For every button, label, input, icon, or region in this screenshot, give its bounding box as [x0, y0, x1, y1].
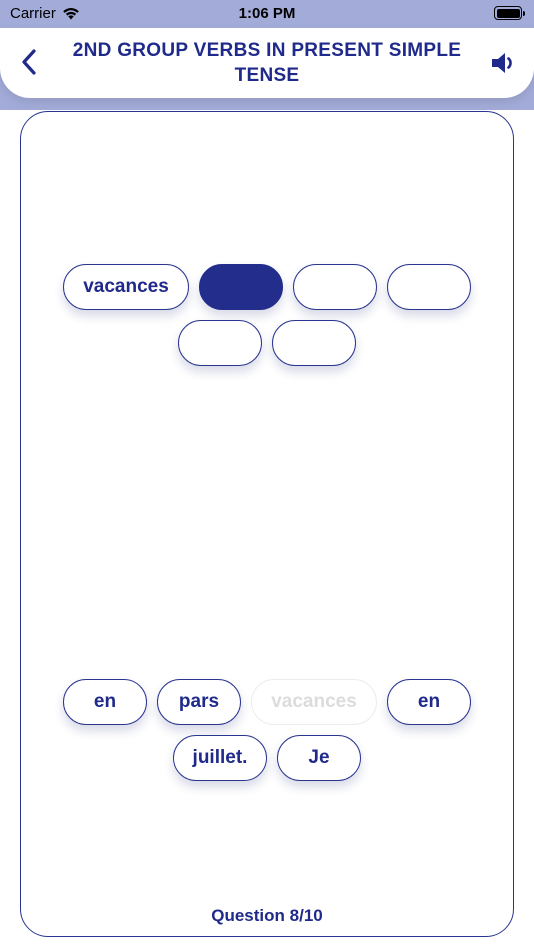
page-title: 2ND GROUP VERBS IN PRESENT SIMPLE TENSE: [72, 40, 462, 86]
battery-icon: [494, 6, 525, 20]
clock: 1:06 PM: [238, 5, 296, 22]
answer-slot-2-active[interactable]: [199, 264, 283, 310]
question-card: [20, 111, 514, 937]
word-chip-text: Je: [308, 747, 330, 768]
answer-slot-6[interactable]: [272, 320, 356, 366]
back-button[interactable]: [14, 44, 44, 80]
word-chip-text: pars: [178, 691, 220, 712]
word-chip-vacances-used: vacances: [251, 679, 377, 725]
word-chip-je[interactable]: Je: [277, 735, 361, 781]
answer-slot-text: vacances: [83, 276, 169, 297]
answer-slot-4[interactable]: [387, 264, 471, 310]
word-chip-juillet[interactable]: juillet.: [173, 735, 267, 781]
header-bar: 2ND GROUP VERBS IN PRESENT SIMPLE TENSE: [0, 28, 534, 98]
chevron-left-icon: [22, 49, 36, 75]
question-counter: Question 8/10: [211, 906, 323, 925]
word-chip-text: en: [93, 691, 117, 712]
word-chip-en-2[interactable]: en: [387, 679, 471, 725]
word-chip-text: en: [417, 691, 441, 712]
sound-button[interactable]: [488, 48, 518, 78]
answer-slot-5[interactable]: [178, 320, 262, 366]
status-bar: Carrier 1:06 PM: [0, 0, 534, 28]
word-chip-text: juillet.: [192, 747, 248, 768]
speaker-icon: [492, 53, 512, 73]
answer-slot-3[interactable]: [293, 264, 377, 310]
word-chip-en-1[interactable]: en: [63, 679, 147, 725]
word-chip-text: vacances: [271, 691, 357, 712]
word-chip-pars[interactable]: pars: [157, 679, 241, 725]
answer-slot-1[interactable]: vacances: [63, 264, 189, 310]
